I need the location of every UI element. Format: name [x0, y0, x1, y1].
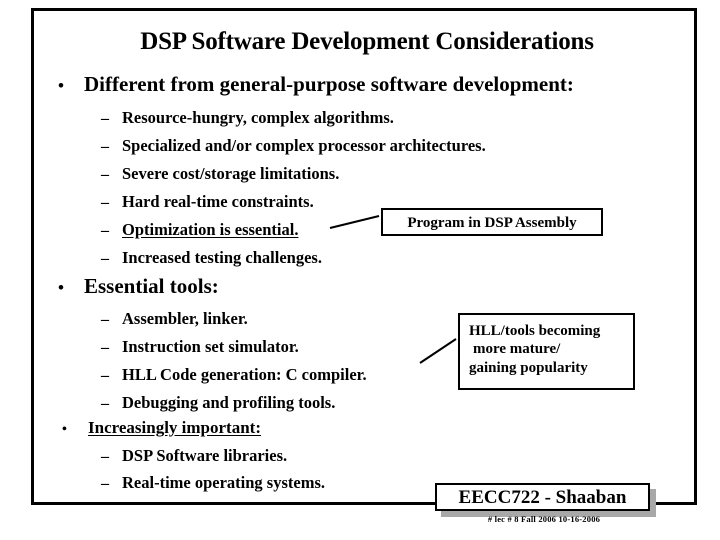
dash-glyph-icon: –: [101, 475, 109, 492]
callout-hll-line-2: more mature/: [473, 341, 561, 358]
list-item-label: Severe cost/storage limitations.: [122, 164, 340, 183]
dash-glyph-icon: –: [101, 110, 109, 127]
list-item: – Assembler, linker.: [101, 309, 248, 328]
bullet-heading-label: Different from general-purpose software …: [84, 72, 574, 96]
list-item: – Specialized and/or complex processor ar…: [101, 136, 486, 155]
bullet-heading-essential-tools: • Essential tools:: [58, 276, 219, 297]
list-item-label: HLL Code generation: C compiler.: [122, 365, 367, 384]
bullet-heading-label: Essential tools:: [84, 274, 219, 298]
list-item-label: Specialized and/or complex processor arc…: [122, 136, 486, 155]
footer-subline: # lec # 8 Fall 2006 10-16-2006: [487, 514, 601, 524]
list-item-optimization: – Optimization is essential.: [101, 220, 299, 239]
list-item: – Hard real-time constraints.: [101, 192, 314, 211]
bullet-glyph-icon: •: [58, 278, 64, 297]
callout-program-in-dsp-assembly: Program in DSP Assembly: [381, 208, 603, 236]
footer-course-label: EECC722 - Shaaban: [458, 487, 627, 508]
list-item-label: Debugging and profiling tools.: [122, 393, 336, 412]
dash-glyph-icon: –: [101, 339, 109, 356]
bullet-heading-increasingly-important: • Increasingly important:: [62, 419, 261, 437]
callout-hll-line-3: gaining popularity: [469, 359, 588, 376]
list-item: – Increased testing challenges.: [101, 248, 322, 267]
list-item-label: Instruction set simulator.: [122, 337, 299, 356]
dash-glyph-icon: –: [101, 250, 109, 267]
list-item: – DSP Software libraries.: [101, 446, 288, 465]
callout-hll-line-1: HLL/tools becoming: [469, 323, 601, 339]
dash-glyph-icon: –: [101, 311, 109, 328]
bullet-glyph-icon: •: [58, 76, 64, 95]
page-title: DSP Software Development Considerations: [140, 28, 594, 55]
list-item-label: Increased testing challenges.: [122, 248, 322, 267]
dash-glyph-icon: –: [101, 367, 109, 384]
list-item-label: DSP Software libraries.: [122, 446, 288, 465]
dash-glyph-icon: –: [101, 166, 109, 183]
bullet-heading-different-from: • Different from general-purpose software…: [58, 74, 574, 95]
footer-plaque: EECC722 - Shaaban: [435, 483, 656, 517]
list-item-label: Real-time operating systems.: [122, 473, 325, 492]
slide-frame: DSP Software Development Considerations …: [31, 8, 697, 505]
connector-line-assembly: [329, 215, 380, 229]
dash-glyph-icon: –: [101, 138, 109, 155]
list-item-label: Optimization is essential.: [122, 220, 299, 239]
list-item: – Real-time operating systems.: [101, 473, 325, 492]
list-item-label: Hard real-time constraints.: [122, 192, 314, 211]
list-item: – Resource-hungry, complex algorithms.: [101, 108, 394, 127]
callout-hll-tools: HLL/tools becoming more mature/ gaining …: [458, 313, 635, 390]
list-item: – Instruction set simulator.: [101, 337, 299, 356]
footer-course-box: EECC722 - Shaaban: [435, 483, 650, 511]
list-item-label: Assembler, linker.: [122, 309, 248, 328]
dash-glyph-icon: –: [101, 222, 109, 239]
bullet-heading-label: Increasingly important:: [88, 418, 261, 437]
connector-line-hll: [419, 338, 457, 364]
bullet-glyph-icon: •: [62, 422, 67, 437]
list-item-hll-code-generation: – HLL Code generation: C compiler.: [101, 365, 367, 384]
dash-glyph-icon: –: [101, 395, 109, 412]
list-item-label: Resource-hungry, complex algorithms.: [122, 108, 394, 127]
dash-glyph-icon: –: [101, 194, 109, 211]
dash-glyph-icon: –: [101, 448, 109, 465]
list-item: – Severe cost/storage limitations.: [101, 164, 340, 183]
callout-assembly-label: Program in DSP Assembly: [407, 215, 577, 231]
list-item: – Debugging and profiling tools.: [101, 393, 336, 412]
